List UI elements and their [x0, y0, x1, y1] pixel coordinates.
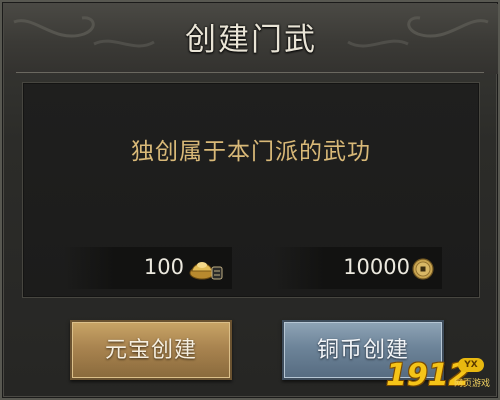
watermark-subtitle: 网页游戏: [454, 379, 491, 389]
ingot-create-button[interactable]: 元宝创建: [70, 320, 232, 380]
title-divider: [16, 72, 484, 73]
copper-coin-icon: [412, 258, 434, 280]
coin-cost-value: 10000: [343, 255, 410, 279]
site-watermark: 1912 YX 网页游戏: [386, 358, 498, 398]
dialog-titlebar: 创建门武: [4, 4, 498, 74]
ingot-cost-value: 100: [143, 255, 184, 279]
dialog-description: 独创属于本门派的武功: [131, 139, 371, 165]
coin-cost-box: 10000: [274, 247, 442, 289]
watermark-badge: YX: [458, 358, 484, 372]
gold-ingot-icon: [189, 262, 223, 280]
ingot-cost-box: 100: [64, 247, 232, 289]
dialog-title: 创建门武: [185, 22, 317, 58]
create-martial-art-dialog: 创建门武 独创属于本门派的武功 100 10000 元宝创建 铜币创建 1912…: [0, 0, 500, 400]
